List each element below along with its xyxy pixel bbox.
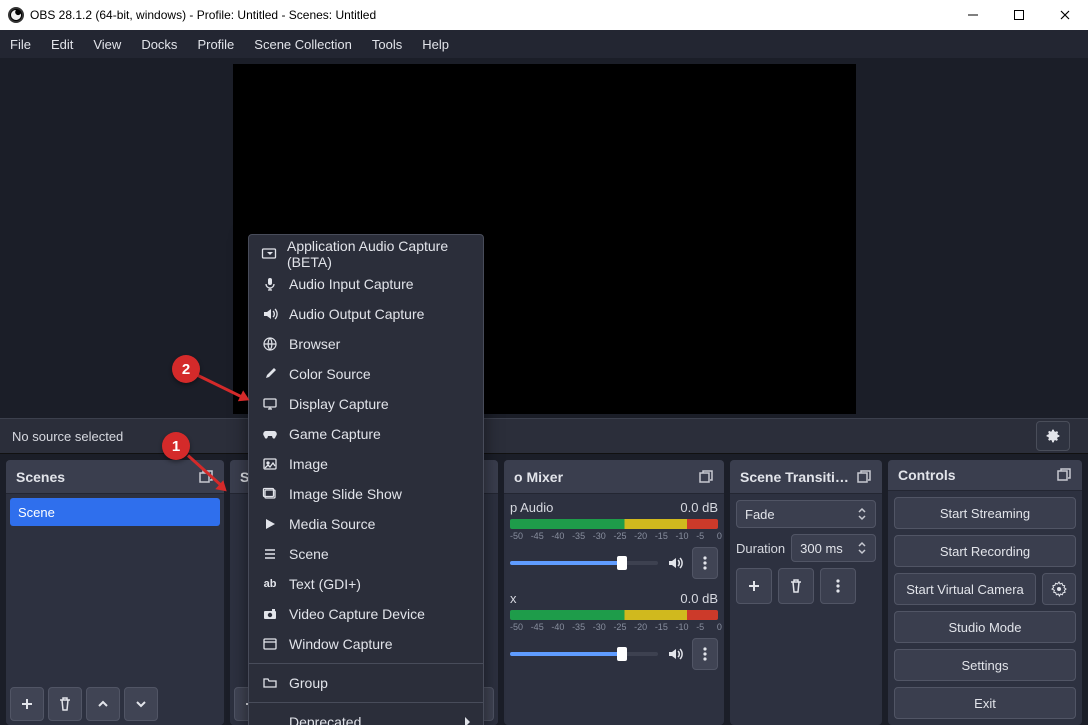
play-icon	[261, 516, 279, 532]
menu-docks[interactable]: Docks	[141, 37, 177, 52]
menu-audio-output-capture[interactable]: Audio Output Capture	[249, 299, 483, 329]
gamepad-icon	[261, 426, 279, 442]
menu-image-slide-show[interactable]: Image Slide Show	[249, 479, 483, 509]
menu-color-source[interactable]: Color Source	[249, 359, 483, 389]
speaker-icon	[261, 306, 279, 322]
annotation-badge-2: 2	[172, 355, 200, 383]
scene-list-item[interactable]: Scene	[10, 498, 220, 526]
menu-edit[interactable]: Edit	[51, 37, 73, 52]
minimize-button[interactable]	[950, 0, 996, 30]
scenes-panel: Scenes Scene	[6, 460, 224, 725]
start-virtual-camera-button[interactable]: Start Virtual Camera	[894, 573, 1036, 605]
virtual-camera-settings-button[interactable]	[1042, 573, 1076, 605]
menu-display-capture[interactable]: Display Capture	[249, 389, 483, 419]
controls-panel: Controls Start Streaming Start Recording…	[888, 460, 1082, 725]
microphone-icon	[261, 276, 279, 292]
menu-application-audio-capture[interactable]: Application Audio Capture (BETA)	[249, 239, 483, 269]
menu-scene-collection[interactable]: Scene Collection	[254, 37, 352, 52]
camera-icon	[261, 606, 279, 622]
popout-icon[interactable]	[856, 469, 872, 485]
menu-profile[interactable]: Profile	[197, 37, 234, 52]
list-icon	[261, 546, 279, 562]
menu-window-capture[interactable]: Window Capture	[249, 629, 483, 659]
menu-game-capture[interactable]: Game Capture	[249, 419, 483, 449]
chevron-right-icon	[463, 716, 471, 725]
menu-tools[interactable]: Tools	[372, 37, 402, 52]
image-icon	[261, 456, 279, 472]
menu-file[interactable]: File	[10, 37, 31, 52]
menu-bar: File Edit View Docks Profile Scene Colle…	[0, 30, 1088, 58]
popout-icon[interactable]	[698, 469, 714, 485]
menu-audio-input-capture[interactable]: Audio Input Capture	[249, 269, 483, 299]
annotation-badge-1: 1	[162, 432, 190, 460]
source-properties-button[interactable]	[1036, 421, 1070, 451]
obs-logo-icon	[8, 7, 24, 23]
menu-view[interactable]: View	[93, 37, 121, 52]
preview-area	[0, 58, 1088, 418]
status-no-source: No source selected	[12, 429, 123, 444]
menu-browser[interactable]: Browser	[249, 329, 483, 359]
volume-slider[interactable]	[510, 652, 658, 656]
mixer-channel-label: p Audio	[510, 500, 553, 515]
exit-button[interactable]: Exit	[894, 687, 1076, 719]
start-recording-button[interactable]: Start Recording	[894, 535, 1076, 567]
audio-mixer-panel: o Mixer p Audio 0.0 dB -50-45-40-35-30-2…	[504, 460, 724, 725]
transitions-panel-title: Scene Transiti…	[740, 469, 849, 485]
scene-down-button[interactable]	[124, 687, 158, 721]
transition-select[interactable]: Fade	[736, 500, 876, 528]
vu-meter	[510, 519, 718, 529]
popout-icon[interactable]	[1056, 467, 1072, 483]
scene-remove-button[interactable]	[48, 687, 82, 721]
menu-image[interactable]: Image	[249, 449, 483, 479]
menu-text-gdi[interactable]: abText (GDI+)	[249, 569, 483, 599]
mixer-channel-db: 0.0 dB	[680, 591, 718, 606]
scene-add-button[interactable]	[10, 687, 44, 721]
speaker-icon[interactable]	[666, 645, 684, 663]
vu-ticks: -50-45-40-35-30-25-20-15-10-50	[510, 531, 718, 543]
menu-deprecated[interactable]: Deprecated	[249, 707, 483, 725]
duration-label: Duration	[736, 541, 785, 556]
add-source-context-menu: Application Audio Capture (BETA) Audio I…	[248, 234, 484, 725]
globe-icon	[261, 336, 279, 352]
transition-options-button[interactable]	[820, 568, 856, 604]
menu-scene[interactable]: Scene	[249, 539, 483, 569]
menu-group[interactable]: Group	[249, 668, 483, 698]
maximize-button[interactable]	[996, 0, 1042, 30]
slideshow-icon	[261, 486, 279, 502]
menu-help[interactable]: Help	[422, 37, 449, 52]
duration-spinbox[interactable]: 300 ms	[791, 534, 876, 562]
mixer-options-button[interactable]	[692, 638, 718, 670]
start-streaming-button[interactable]: Start Streaming	[894, 497, 1076, 529]
transitions-panel: Scene Transiti… Fade Duration 300 ms	[730, 460, 882, 725]
window-titlebar: OBS 28.1.2 (64-bit, windows) - Profile: …	[0, 0, 1088, 30]
vu-meter	[510, 610, 718, 620]
transition-remove-button[interactable]	[778, 568, 814, 604]
vu-ticks: -50-45-40-35-30-25-20-15-10-50	[510, 622, 718, 634]
volume-slider[interactable]	[510, 561, 658, 565]
monitor-icon	[261, 396, 279, 412]
menu-video-capture-device[interactable]: Video Capture Device	[249, 599, 483, 629]
studio-mode-button[interactable]: Studio Mode	[894, 611, 1076, 643]
app-audio-icon	[261, 246, 277, 262]
speaker-icon[interactable]	[666, 554, 684, 572]
controls-panel-title: Controls	[898, 467, 956, 483]
folder-icon	[261, 675, 279, 691]
mixer-channel-db: 0.0 dB	[680, 500, 718, 515]
paintbrush-icon	[261, 366, 279, 382]
menu-media-source[interactable]: Media Source	[249, 509, 483, 539]
scenes-panel-title: Scenes	[16, 469, 65, 485]
window-icon	[261, 636, 279, 652]
transition-add-button[interactable]	[736, 568, 772, 604]
window-title: OBS 28.1.2 (64-bit, windows) - Profile: …	[30, 8, 376, 22]
text-icon: ab	[261, 578, 279, 590]
settings-button[interactable]: Settings	[894, 649, 1076, 681]
close-button[interactable]	[1042, 0, 1088, 30]
scene-up-button[interactable]	[86, 687, 120, 721]
mixer-panel-title: o Mixer	[514, 469, 563, 485]
mixer-options-button[interactable]	[692, 547, 718, 579]
